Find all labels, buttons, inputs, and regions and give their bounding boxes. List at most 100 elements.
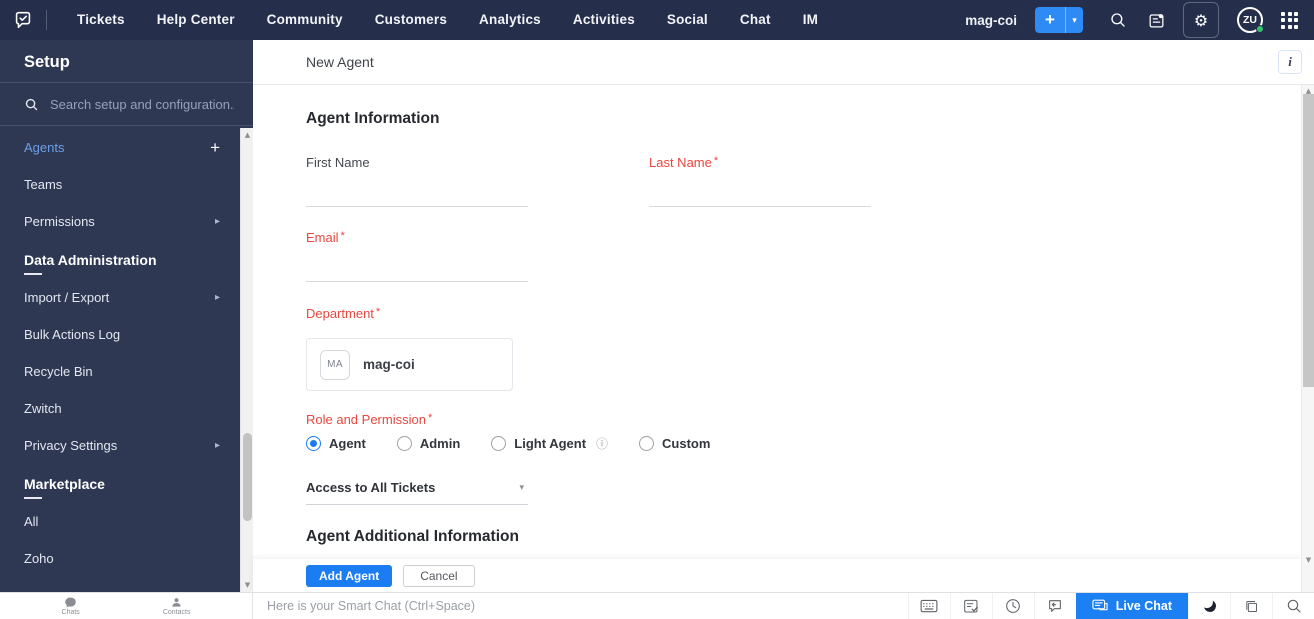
online-status-dot bbox=[1256, 25, 1264, 33]
sidebar-item-label: Recycle Bin bbox=[24, 364, 220, 379]
radio-label: Light Agent bbox=[514, 436, 586, 451]
agent-information-heading: Agent Information bbox=[306, 110, 439, 128]
sidebar-item-permissions[interactable]: Permissions ▸ bbox=[0, 203, 240, 240]
role-permission-field: Role and Permission* bbox=[306, 412, 606, 427]
main-header: New Agent i bbox=[253, 40, 1314, 85]
info-circle-icon[interactable]: ⓘ bbox=[596, 435, 608, 452]
email-field: Email* bbox=[306, 230, 528, 282]
night-mode-moon-icon[interactable] bbox=[1188, 593, 1230, 619]
section-header-label: Marketplace bbox=[24, 476, 240, 492]
nav-item-im[interactable]: IM bbox=[787, 0, 834, 40]
section-header-label: Data Administration bbox=[24, 252, 240, 268]
keyboard-shortcuts-icon[interactable] bbox=[908, 593, 950, 619]
avatar[interactable]: ZU bbox=[1237, 7, 1263, 33]
add-agent-plus-icon[interactable]: + bbox=[210, 138, 220, 158]
cancel-button[interactable]: Cancel bbox=[403, 565, 474, 587]
search-icon[interactable] bbox=[1099, 1, 1137, 39]
caret-down-icon[interactable]: ▾ bbox=[1065, 7, 1083, 33]
sidebar-item-all[interactable]: All bbox=[0, 503, 240, 540]
first-name-input[interactable] bbox=[306, 187, 528, 207]
section-header-underline bbox=[24, 273, 42, 275]
department-selector[interactable]: MA mag-coi bbox=[306, 338, 513, 391]
recent-activity-clock-icon[interactable] bbox=[992, 593, 1034, 619]
chat-bubble-icon bbox=[64, 597, 77, 608]
main-panel: New Agent i Agent Information First Name… bbox=[253, 40, 1314, 592]
scrollbar-thumb[interactable] bbox=[243, 433, 252, 521]
last-name-input[interactable] bbox=[649, 187, 871, 207]
nav-item-chat[interactable]: Chat bbox=[724, 0, 787, 40]
sidebar-item-bulk-actions-log[interactable]: Bulk Actions Log bbox=[0, 316, 240, 353]
live-chat-icon bbox=[1092, 599, 1108, 613]
department-field: Department* bbox=[306, 306, 528, 321]
app-grid-icon[interactable] bbox=[1281, 12, 1298, 29]
live-chat-button[interactable]: Live Chat bbox=[1076, 593, 1188, 619]
role-radio-group: Agent Admin Light Agent ⓘ Custom bbox=[306, 435, 710, 452]
nav-item-help-center[interactable]: Help Center bbox=[141, 0, 251, 40]
email-input[interactable] bbox=[306, 262, 528, 282]
last-name-field: Last Name* bbox=[649, 155, 871, 207]
first-name-label: First Name bbox=[306, 155, 528, 170]
radio-label: Custom bbox=[662, 436, 710, 451]
person-icon bbox=[171, 597, 182, 608]
chat-tabs: Chats Contacts bbox=[0, 593, 253, 619]
navbar-menu: Tickets Help Center Community Customers … bbox=[61, 0, 834, 40]
sidebar-item-zoho[interactable]: Zoho bbox=[0, 540, 240, 577]
chats-tab-label: Chats bbox=[62, 609, 80, 616]
quick-create-button[interactable]: + ▾ bbox=[1035, 7, 1083, 33]
main-scrollbar[interactable]: ▲ ▼ bbox=[1301, 85, 1314, 592]
settings-gear-icon[interactable]: ⚙ bbox=[1183, 2, 1219, 38]
nav-item-activities[interactable]: Activities bbox=[557, 0, 651, 40]
task-done-icon[interactable] bbox=[950, 593, 992, 619]
sidebar-scrollbar[interactable]: ▲ ▼ bbox=[240, 128, 253, 592]
radio-icon[interactable] bbox=[306, 436, 321, 451]
radio-light-agent[interactable]: Light Agent ⓘ bbox=[491, 435, 608, 452]
zoho-desk-logo-icon[interactable] bbox=[0, 9, 46, 31]
sidebar-item-label: Permissions bbox=[24, 214, 215, 229]
required-asterisk: * bbox=[376, 306, 380, 318]
release-notes-icon[interactable] bbox=[1137, 1, 1175, 39]
radio-agent[interactable]: Agent bbox=[306, 436, 366, 451]
nav-item-social[interactable]: Social bbox=[651, 0, 724, 40]
add-agent-button[interactable]: Add Agent bbox=[306, 565, 392, 587]
chats-tab[interactable]: Chats bbox=[62, 597, 80, 616]
sidebar-item-label: Teams bbox=[24, 177, 220, 192]
setup-search-input[interactable] bbox=[50, 97, 235, 112]
zia-search-icon[interactable] bbox=[1272, 593, 1314, 619]
nav-item-customers[interactable]: Customers bbox=[359, 0, 463, 40]
live-chat-label: Live Chat bbox=[1116, 599, 1172, 613]
chevron-right-icon: ▸ bbox=[215, 292, 220, 303]
avatar-initials: ZU bbox=[1243, 14, 1257, 26]
sidebar-item-import-export[interactable]: Import / Export ▸ bbox=[0, 279, 240, 316]
page-title: New Agent bbox=[306, 54, 374, 70]
radio-icon[interactable] bbox=[639, 436, 654, 451]
sidebar-item-privacy-settings[interactable]: Privacy Settings ▸ bbox=[0, 427, 240, 464]
plus-icon[interactable]: + bbox=[1035, 7, 1065, 33]
bottom-bar-icons: Live Chat bbox=[908, 593, 1314, 619]
sidebar-item-teams[interactable]: Teams bbox=[0, 166, 240, 203]
radio-icon[interactable] bbox=[397, 436, 412, 451]
radio-custom[interactable]: Custom bbox=[639, 436, 710, 451]
sidebar-item-agents[interactable]: Agents + bbox=[0, 129, 240, 166]
email-label: Email* bbox=[306, 230, 528, 245]
nav-item-analytics[interactable]: Analytics bbox=[463, 0, 557, 40]
form-footer: Add Agent Cancel bbox=[253, 559, 1301, 592]
ticket-access-select[interactable]: Access to All Tickets ▾ bbox=[306, 480, 528, 505]
required-asterisk: * bbox=[714, 155, 718, 167]
search-icon bbox=[24, 97, 39, 112]
nav-item-community[interactable]: Community bbox=[251, 0, 359, 40]
org-name[interactable]: mag-coi bbox=[965, 13, 1017, 28]
sidebar-item-zwitch[interactable]: Zwitch bbox=[0, 390, 240, 427]
zoho-desk-app: Tickets Help Center Community Customers … bbox=[0, 0, 1314, 619]
windows-copy-icon[interactable] bbox=[1230, 593, 1272, 619]
contacts-tab[interactable]: Contacts bbox=[163, 597, 191, 616]
sidebar-title: Setup bbox=[0, 40, 253, 82]
sidebar-item-recycle-bin[interactable]: Recycle Bin bbox=[0, 353, 240, 390]
nav-item-tickets[interactable]: Tickets bbox=[61, 0, 141, 40]
scrollbar-thumb[interactable] bbox=[1303, 94, 1314, 387]
radio-admin[interactable]: Admin bbox=[397, 436, 460, 451]
scroll-down-icon[interactable]: ▼ bbox=[1302, 556, 1314, 564]
feedback-icon[interactable] bbox=[1034, 593, 1076, 619]
smart-chat-input[interactable] bbox=[267, 599, 908, 613]
info-icon[interactable]: i bbox=[1278, 50, 1302, 74]
radio-icon[interactable] bbox=[491, 436, 506, 451]
